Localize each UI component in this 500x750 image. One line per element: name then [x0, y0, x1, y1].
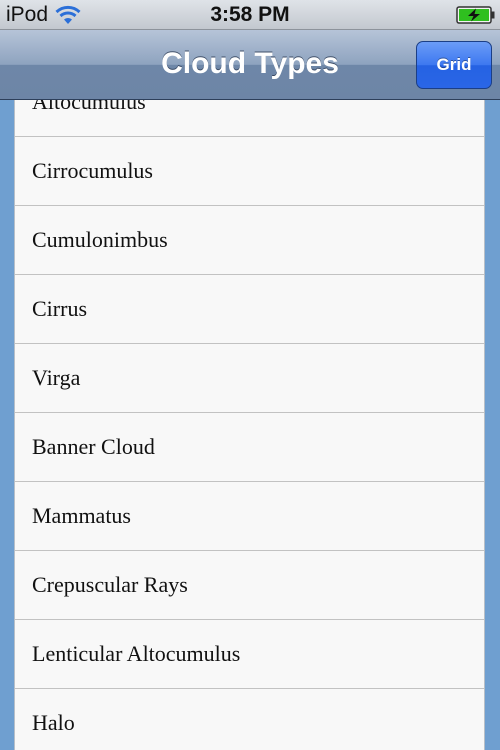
list-item[interactable]: Crepuscular Rays	[15, 551, 484, 620]
list-item[interactable]: Cirrus	[15, 275, 484, 344]
cloud-types-list[interactable]: Altocumulus Cirrocumulus Cumulonimbus Ci…	[14, 100, 485, 750]
grid-button[interactable]: Grid	[416, 41, 492, 89]
list-item-label: Virga	[32, 365, 81, 390]
list-item[interactable]: Banner Cloud	[15, 413, 484, 482]
list-item[interactable]: Virga	[15, 344, 484, 413]
navigation-bar: Cloud Types Grid	[0, 30, 500, 100]
list-item[interactable]: Cirrocumulus	[15, 137, 484, 206]
list-item-label: Banner Cloud	[32, 434, 155, 459]
list-item[interactable]: Altocumulus	[15, 100, 484, 137]
list-item-label: Lenticular Altocumulus	[32, 641, 241, 666]
list-item-label: Cirrus	[32, 296, 87, 321]
list-item-label: Mammatus	[32, 503, 131, 528]
list-item-label: Cumulonimbus	[32, 227, 168, 252]
clock: 3:58 PM	[210, 3, 290, 26]
list-item[interactable]: Mammatus	[15, 482, 484, 551]
list-item-label: Crepuscular Rays	[32, 572, 188, 597]
list-item[interactable]: Halo	[15, 689, 484, 750]
list-item-label: Altocumulus	[32, 100, 146, 114]
status-bar: iPod 3:58 PM	[0, 0, 500, 30]
list-item-label: Cirrocumulus	[32, 158, 153, 183]
list-content: Altocumulus Cirrocumulus Cumulonimbus Ci…	[15, 100, 484, 750]
battery-charging-icon	[456, 6, 495, 24]
list-item[interactable]: Cumulonimbus	[15, 206, 484, 275]
list-item-label: Halo	[32, 710, 75, 735]
list-item[interactable]: Lenticular Altocumulus	[15, 620, 484, 689]
